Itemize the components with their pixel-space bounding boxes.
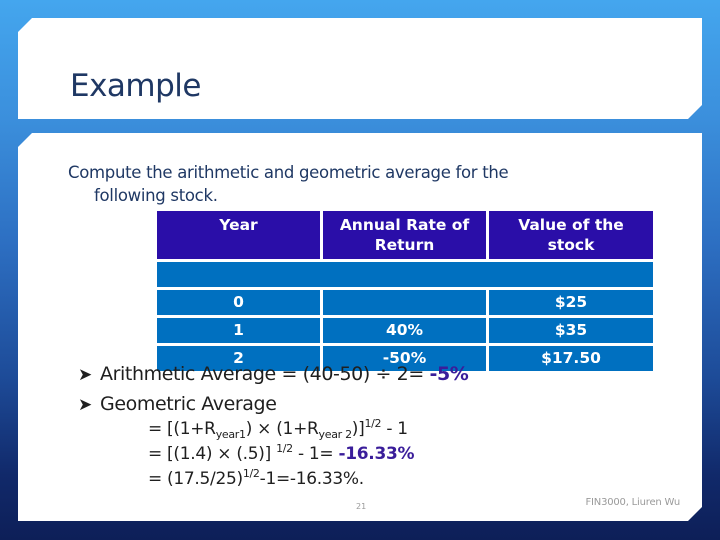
header-return-line1: Annual Rate of: [339, 216, 470, 234]
bullet-geometric: ➤ Geometric Average: [78, 389, 468, 419]
title-panel: Example: [18, 18, 702, 119]
header-year-label: Year: [219, 216, 258, 234]
header-value-line2: stock: [547, 236, 595, 254]
header-annual-return: Annual Rate of Return: [323, 211, 486, 259]
header-value-line1: Value of the: [518, 216, 624, 234]
bullet-text: Geometric Average: [100, 393, 277, 415]
formula-line-1: = [(1+Ryear1) × (1+Ryear 2)]1/2 - 1: [148, 417, 414, 442]
exponent: 1/2: [242, 467, 260, 480]
content-panel: Compute the arithmetic and geometric ave…: [18, 133, 702, 521]
arrow-bullet-icon: ➤: [78, 365, 92, 385]
header-year: Year: [157, 211, 320, 259]
header-stock-value: Value of the stock: [489, 211, 653, 259]
intro-line-2: following stock.: [94, 186, 218, 205]
cell-value: $17.50: [489, 346, 653, 371]
geometric-formulas: = [(1+Ryear1) × (1+Ryear 2)]1/2 - 1 = [(…: [148, 417, 414, 492]
formula-part: = (17.5/25): [148, 469, 243, 489]
arithmetic-result: -5%: [429, 363, 469, 385]
formula-part: ) × (1+R: [245, 419, 319, 439]
formula-line-3: = (17.5/25)1/2-1=-16.33%.: [148, 467, 414, 492]
cell-value: $25: [489, 290, 653, 315]
cell-return: [323, 290, 486, 315]
slide-title: Example: [70, 68, 201, 104]
header-gap: [157, 262, 653, 287]
cell-year: 1: [157, 318, 320, 343]
cell-return: 40%: [323, 318, 486, 343]
header-return-line2: Return: [374, 236, 435, 254]
table-header-row: Year Annual Rate of Return Value of the …: [157, 211, 653, 259]
exponent: 1/2: [276, 442, 293, 455]
intro-line-1: Compute the arithmetic and geometric ave…: [68, 163, 509, 182]
formula-part: )]: [351, 419, 365, 439]
intro-text: Compute the arithmetic and geometric ave…: [68, 161, 628, 207]
table-row: 0 $25: [157, 290, 653, 315]
subscript-year2: year 2: [318, 428, 352, 441]
cell-year: 0: [157, 290, 320, 315]
formula-part: - 1=: [292, 444, 339, 464]
formula-part: = [(1.4) × (.5)]: [148, 444, 277, 464]
bullet-arithmetic: ➤ Arithmetic Average = (40-50) ÷ 2= -5%: [78, 359, 468, 389]
formula-part: -1=-16.33%.: [259, 469, 364, 489]
footer-text: FIN3000, Liuren Wu: [585, 497, 680, 508]
bullet-list: ➤ Arithmetic Average = (40-50) ÷ 2= -5% ➤…: [78, 359, 468, 419]
formula-part: - 1: [381, 419, 408, 439]
table-row: 1 40% $35: [157, 318, 653, 343]
page-number: 21: [356, 502, 367, 511]
bullet-text: Arithmetic Average = (40-50) ÷ 2=: [100, 363, 430, 385]
formula-line-2: = [(1.4) × (.5)] 1/2 - 1= -16.33%: [148, 442, 414, 467]
cell-value: $35: [489, 318, 653, 343]
exponent: 1/2: [364, 417, 382, 430]
arrow-bullet-icon: ➤: [78, 395, 92, 415]
formula-part: = [(1+R: [148, 419, 216, 439]
subscript-year1: year1: [215, 428, 246, 441]
geometric-result: -16.33%: [338, 444, 415, 464]
stock-table: Year Annual Rate of Return Value of the …: [154, 208, 656, 374]
